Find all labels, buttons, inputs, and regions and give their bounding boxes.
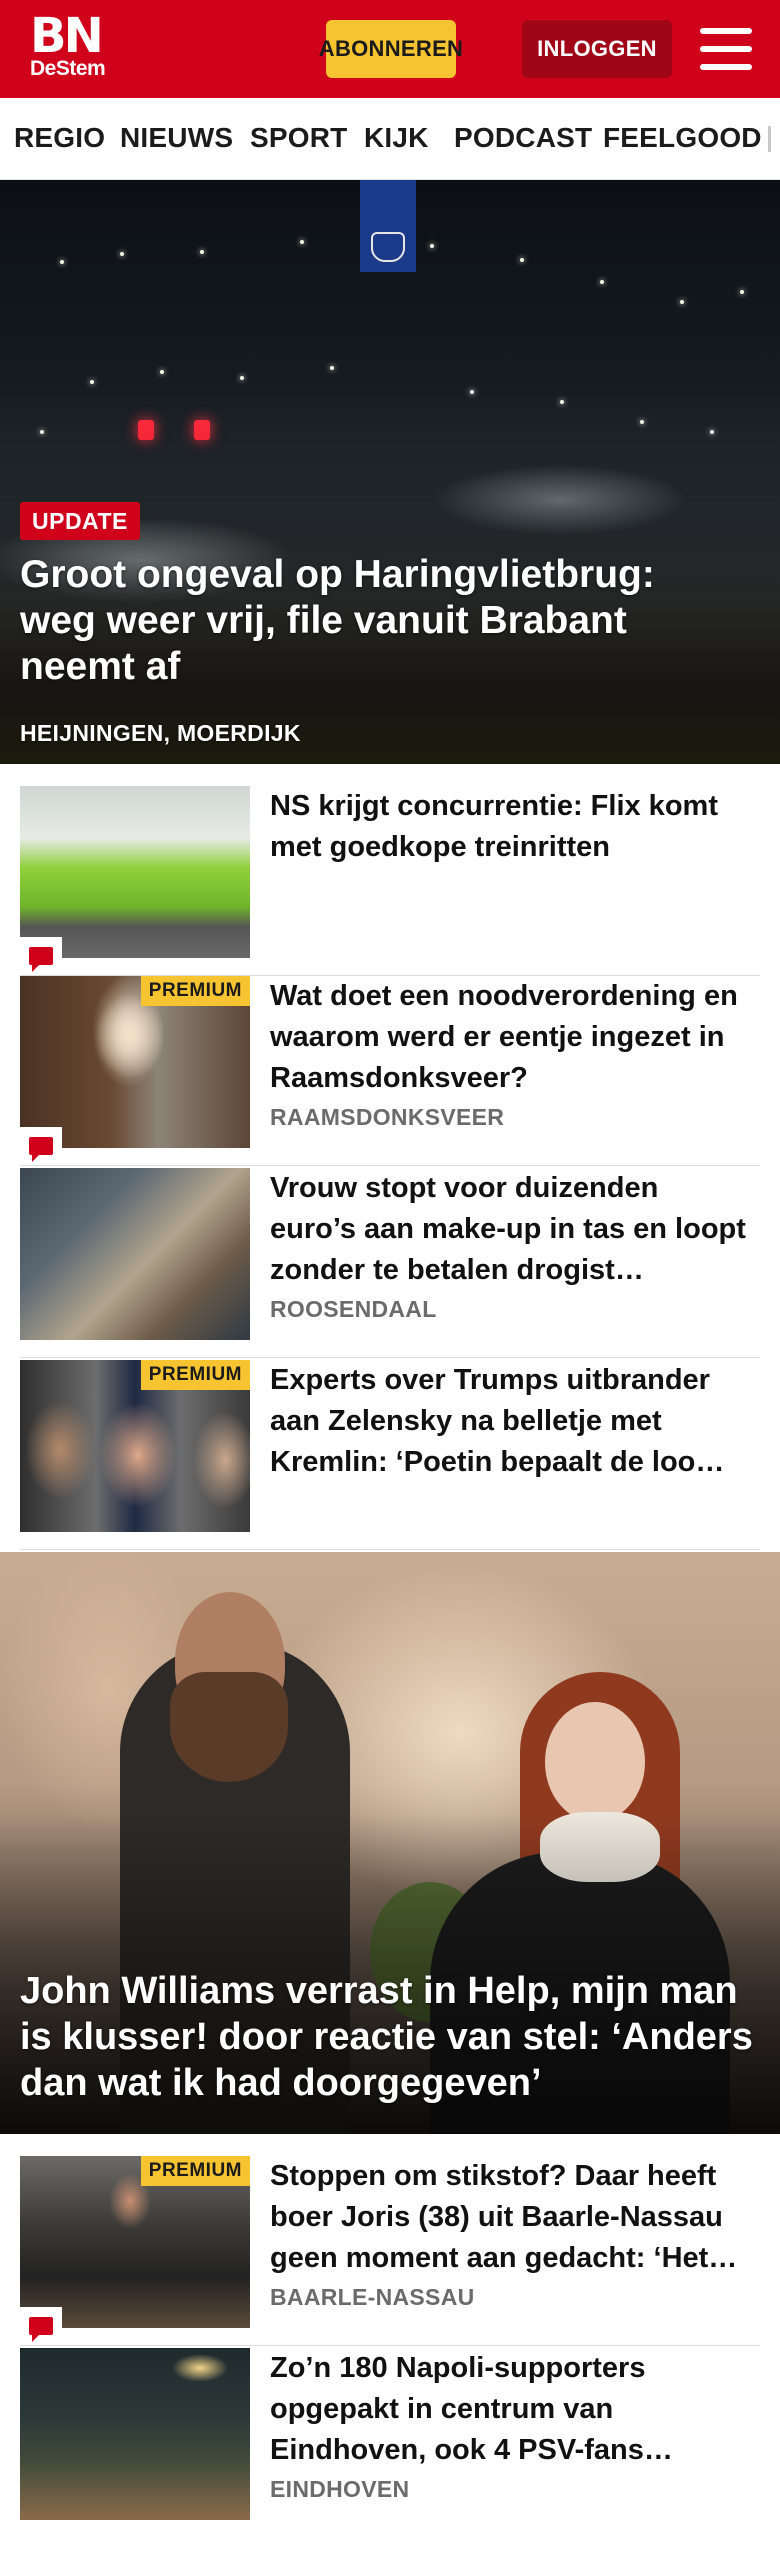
hero-title[interactable]: Groot ongeval op Haringvlietbrug: weg we… xyxy=(20,552,740,690)
hamburger-menu-icon[interactable] xyxy=(700,28,752,70)
nav-item-feelgood[interactable]: FEELGOOD xyxy=(603,122,762,154)
premium-badge: PREMIUM xyxy=(140,1360,250,1390)
article-title[interactable]: Stoppen om stikstof? Daar heeft boer Jor… xyxy=(270,2156,750,2279)
update-badge: UPDATE xyxy=(20,502,140,540)
list-item[interactable]: PREMIUM Stoppen om stikstof? Daar heeft … xyxy=(20,2156,760,2346)
nav-item-kijk[interactable]: KIJK xyxy=(364,122,429,154)
login-button[interactable]: INLOGGEN xyxy=(522,20,672,78)
logo-sub-text: DeStem xyxy=(30,57,106,80)
feature-title[interactable]: John Williams verrast in Help, mijn man … xyxy=(20,1968,760,2106)
logo-main-text: BN xyxy=(30,8,104,64)
article-thumbnail xyxy=(20,786,250,958)
comment-icon xyxy=(20,1127,62,1165)
article-thumbnail: PREMIUM xyxy=(20,976,250,1148)
article-title[interactable]: NS krijgt concurrentie: Flix komt met go… xyxy=(270,786,750,868)
hero-location: HEIJNINGEN, MOERDIJK xyxy=(20,720,301,746)
article-location: RAAMSDONKSVEER xyxy=(270,1104,505,1130)
nav-item-podcast[interactable]: PODCAST xyxy=(454,122,592,154)
article-location: ROOSENDAAL xyxy=(270,1296,437,1322)
site-logo[interactable]: BN DeStem xyxy=(30,8,106,80)
article-location: BAARLE-NASSAU xyxy=(270,2284,475,2310)
list-item[interactable]: NS krijgt concurrentie: Flix komt met go… xyxy=(20,786,760,976)
section-nav: REGIO NIEUWS SPORT KIJK PODCAST FEELGOOD xyxy=(0,98,780,180)
nav-item-sport[interactable]: SPORT xyxy=(250,122,347,154)
hero-article[interactable]: UPDATE Groot ongeval op Haringvlietbrug:… xyxy=(0,180,780,764)
article-thumbnail xyxy=(20,2348,250,2520)
article-title[interactable]: Vrouw stopt voor duizenden euro’s aan ma… xyxy=(270,1168,750,1291)
list-item[interactable]: Vrouw stopt voor duizenden euro’s aan ma… xyxy=(20,1168,760,1358)
article-location: EINDHOVEN xyxy=(270,2476,410,2502)
article-title[interactable]: Zo’n 180 Napoli-supporters opgepakt in c… xyxy=(270,2348,750,2471)
article-thumbnail: PREMIUM xyxy=(20,1360,250,1532)
article-thumbnail xyxy=(20,1168,250,1340)
list-item[interactable]: Zo’n 180 Napoli-supporters opgepakt in c… xyxy=(20,2348,760,2538)
premium-badge: PREMIUM xyxy=(140,976,250,1006)
premium-badge: PREMIUM xyxy=(140,2156,250,2186)
comment-icon xyxy=(20,2307,62,2345)
article-title[interactable]: Experts over Trumps uitbrander aan Zelen… xyxy=(270,1360,750,1483)
comment-icon xyxy=(20,937,62,975)
nav-overflow-indicator xyxy=(768,126,771,152)
article-title[interactable]: Wat doet een noodverordening en waarom w… xyxy=(270,976,750,1099)
site-header: BN DeStem ABONNEREN INLOGGEN xyxy=(0,0,780,98)
list-item[interactable]: PREMIUM Wat doet een noodverordening en … xyxy=(20,976,760,1166)
nav-item-regio[interactable]: REGIO xyxy=(14,122,105,154)
nav-item-nieuws[interactable]: NIEUWS xyxy=(120,122,233,154)
article-thumbnail: PREMIUM xyxy=(20,2156,250,2328)
list-item[interactable]: PREMIUM Experts over Trumps uitbrander a… xyxy=(20,1360,760,1550)
feature-article[interactable]: John Williams verrast in Help, mijn man … xyxy=(0,1552,780,2134)
subscribe-button[interactable]: ABONNEREN xyxy=(319,20,463,78)
